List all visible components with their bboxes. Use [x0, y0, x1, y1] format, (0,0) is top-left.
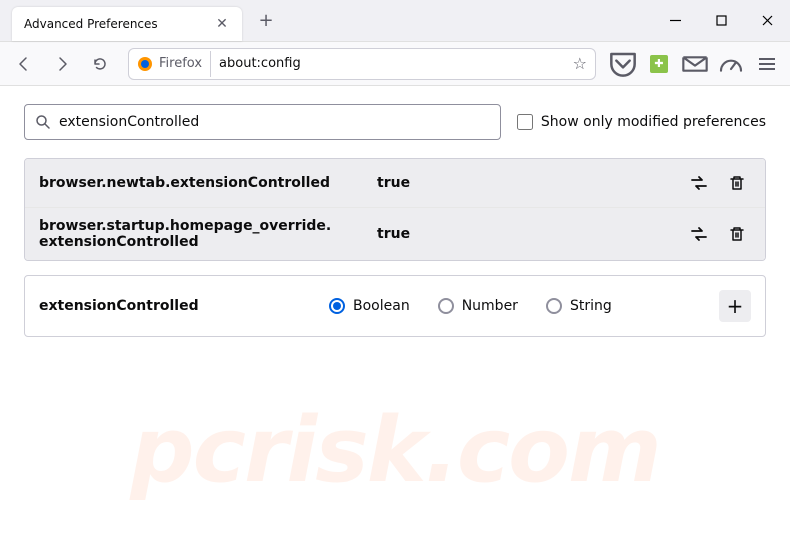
- close-window-button[interactable]: [744, 0, 790, 42]
- search-row: Show only modified preferences: [24, 104, 766, 140]
- preference-name: browser.startup.homepage_override. exten…: [39, 218, 369, 250]
- firefox-icon: [137, 56, 153, 72]
- maximize-window-button[interactable]: [698, 0, 744, 42]
- delete-button[interactable]: [723, 220, 751, 248]
- dashboard-icon[interactable]: [716, 49, 746, 79]
- reload-button[interactable]: [84, 48, 116, 80]
- new-preference-row: extensionControlled Boolean Number Strin…: [24, 275, 766, 337]
- bookmark-star-icon[interactable]: ☆: [573, 54, 587, 73]
- back-button[interactable]: [8, 48, 40, 80]
- radio-icon: [438, 298, 454, 314]
- radio-icon: [329, 298, 345, 314]
- preference-value: true: [369, 226, 685, 242]
- navigation-toolbar: Firefox ☆ ✚: [0, 42, 790, 86]
- toggle-button[interactable]: [685, 169, 713, 197]
- toggle-button[interactable]: [685, 220, 713, 248]
- show-modified-checkbox[interactable]: Show only modified preferences: [517, 114, 766, 130]
- new-preference-name: extensionControlled: [39, 298, 329, 314]
- preference-value: true: [369, 175, 685, 191]
- identity-label: Firefox: [159, 56, 202, 71]
- add-preference-button[interactable]: +: [719, 290, 751, 322]
- app-menu-button[interactable]: [752, 49, 782, 79]
- type-options: Boolean Number String: [329, 298, 707, 314]
- identity-box[interactable]: Firefox: [137, 51, 211, 77]
- type-option-boolean[interactable]: Boolean: [329, 298, 410, 314]
- preferences-table: browser.newtab.extensionControlled true …: [24, 158, 766, 261]
- extension-icon[interactable]: ✚: [644, 49, 674, 79]
- delete-button[interactable]: [723, 169, 751, 197]
- type-label: Boolean: [353, 298, 410, 314]
- config-content: Show only modified preferences browser.n…: [0, 86, 790, 355]
- type-label: String: [570, 298, 612, 314]
- window-titlebar: Advanced Preferences ✕ +: [0, 0, 790, 42]
- preference-row: browser.startup.homepage_override. exten…: [25, 208, 765, 260]
- preference-row: browser.newtab.extensionControlled true: [25, 159, 765, 208]
- new-tab-button[interactable]: +: [252, 7, 280, 35]
- search-input[interactable]: [59, 114, 490, 130]
- pocket-icon[interactable]: [608, 49, 638, 79]
- tab-title: Advanced Preferences: [24, 17, 214, 31]
- search-box[interactable]: [24, 104, 501, 140]
- show-modified-input[interactable]: [517, 114, 533, 130]
- url-input[interactable]: [219, 56, 565, 71]
- close-tab-icon[interactable]: ✕: [214, 16, 230, 32]
- address-bar[interactable]: Firefox ☆: [128, 48, 596, 80]
- type-label: Number: [462, 298, 518, 314]
- forward-button[interactable]: [46, 48, 78, 80]
- show-modified-label: Show only modified preferences: [541, 114, 766, 130]
- browser-tab[interactable]: Advanced Preferences ✕: [12, 7, 242, 41]
- minimize-window-button[interactable]: [652, 0, 698, 42]
- preference-name: browser.newtab.extensionControlled: [39, 175, 369, 191]
- inbox-icon[interactable]: [680, 49, 710, 79]
- watermark-text: pcrisk.com: [130, 398, 660, 503]
- preference-actions: [685, 169, 751, 197]
- search-icon: [35, 114, 51, 130]
- preference-actions: [685, 220, 751, 248]
- type-option-number[interactable]: Number: [438, 298, 518, 314]
- radio-icon: [546, 298, 562, 314]
- type-option-string[interactable]: String: [546, 298, 612, 314]
